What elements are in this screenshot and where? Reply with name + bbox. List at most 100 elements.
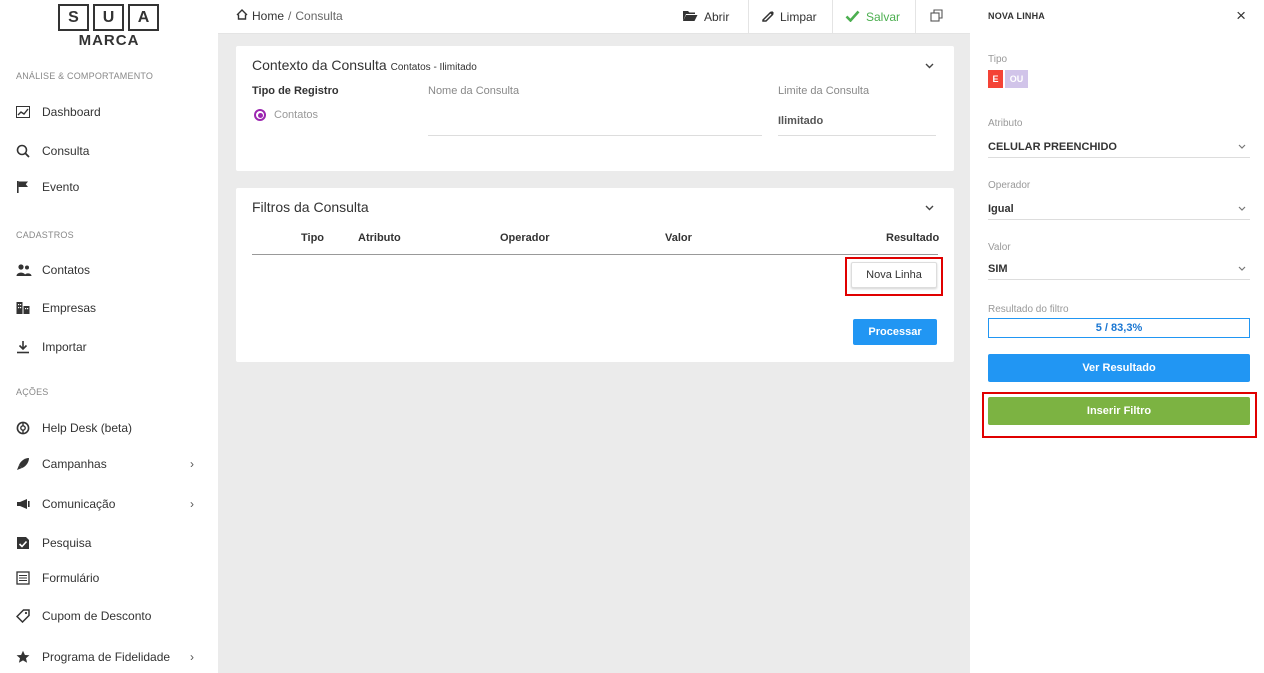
- open-button-label: Abrir: [704, 10, 730, 24]
- column-header-valor: Valor: [665, 232, 692, 244]
- query-limit-label: Limite da Consulta: [778, 85, 870, 97]
- chart-icon: [16, 106, 42, 118]
- sidebar-item-label: Contatos: [42, 263, 91, 277]
- contacts-icon: [16, 263, 42, 277]
- sidebar-item-cupom[interactable]: Cupom de Desconto: [16, 604, 206, 628]
- sidebar-item-campanhas[interactable]: Campanhas ›: [16, 452, 206, 476]
- duplicate-button[interactable]: [915, 0, 957, 34]
- attribute-select[interactable]: CELULAR PREENCHIDO: [988, 136, 1250, 158]
- view-result-button[interactable]: Ver Resultado: [988, 354, 1250, 382]
- sidebar-item-label: Dashboard: [42, 105, 101, 119]
- section-label-cadastros: CADASTROS: [16, 230, 74, 240]
- sidebar-item-dashboard[interactable]: Dashboard: [16, 100, 206, 124]
- type-toggle-e[interactable]: E: [988, 70, 1003, 88]
- breadcrumb-home[interactable]: Home: [252, 9, 284, 23]
- process-button[interactable]: Processar: [853, 319, 937, 345]
- sidebar-item-label: Cupom de Desconto: [42, 609, 152, 623]
- survey-icon: [16, 536, 42, 550]
- sidebar-item-evento[interactable]: Evento: [16, 175, 206, 199]
- duplicate-icon: [930, 9, 943, 25]
- attribute-value: CELULAR PREENCHIDO: [988, 140, 1117, 153]
- sidebar-item-importar[interactable]: Importar: [16, 335, 206, 359]
- column-header-atributo: Atributo: [358, 232, 401, 244]
- type-toggle-ou[interactable]: OU: [1005, 70, 1028, 88]
- download-icon: [16, 340, 42, 354]
- flag-icon: [16, 180, 42, 194]
- record-type-value: Contatos: [274, 109, 319, 121]
- save-button-label: Salvar: [866, 10, 901, 24]
- new-line-panel: NOVA LINHA × Tipo E OU Atributo CELULAR …: [970, 0, 1264, 673]
- operator-label: Operador: [988, 180, 1031, 191]
- rocket-icon: [16, 457, 42, 471]
- sidebar-item-label: Consulta: [42, 144, 90, 158]
- chevron-down-icon: [1238, 141, 1246, 152]
- top-toolbar: Home / Consulta Abrir Limpar Salvar: [218, 0, 970, 34]
- table-header-divider: [252, 254, 938, 255]
- sidebar-item-consulta[interactable]: Consulta: [16, 139, 206, 163]
- query-name-label: Nome da Consulta: [428, 85, 520, 97]
- building-icon: [16, 301, 42, 315]
- highlight-box-new-line: [845, 257, 943, 296]
- chevron-down-icon[interactable]: [925, 60, 934, 72]
- logo-letter: U: [93, 4, 124, 31]
- clear-button-label: Limpar: [780, 10, 817, 24]
- operator-select[interactable]: Igual: [988, 198, 1250, 220]
- sidebar-item-fidelidade[interactable]: Programa de Fidelidade ›: [16, 645, 206, 669]
- result-label: Resultado do filtro: [988, 304, 1069, 315]
- chevron-down-icon[interactable]: [925, 202, 934, 214]
- sidebar-item-contatos[interactable]: Contatos: [16, 258, 206, 282]
- breadcrumb: Home / Consulta: [236, 9, 343, 23]
- brand-logo[interactable]: S U A MARCA: [58, 4, 160, 49]
- sidebar-item-formulario[interactable]: Formulário: [16, 566, 206, 590]
- sidebar-item-help-desk[interactable]: Help Desk (beta): [16, 416, 206, 440]
- query-name-input[interactable]: [428, 106, 762, 136]
- record-type-label: Tipo de Registro: [252, 85, 339, 97]
- tag-icon: [16, 609, 42, 623]
- column-header-resultado: Resultado: [886, 232, 940, 244]
- check-icon: [845, 10, 860, 25]
- open-button[interactable]: Abrir: [670, 0, 741, 34]
- sidebar-item-comunicacao[interactable]: Comunicação ›: [16, 492, 206, 516]
- value-label: Valor: [988, 242, 1011, 253]
- filter-result-value: 5 / 83,3%: [988, 318, 1250, 338]
- value-value: SIM: [988, 262, 1008, 275]
- folder-icon: [682, 10, 698, 25]
- sidebar-item-empresas[interactable]: Empresas: [16, 296, 206, 320]
- section-label-acoes: AÇÕES: [16, 387, 49, 397]
- chevron-down-icon: [1238, 203, 1246, 214]
- sidebar-item-label: Help Desk (beta): [42, 421, 133, 435]
- query-limit-field[interactable]: Ilimitado: [778, 106, 936, 136]
- value-select[interactable]: SIM: [988, 258, 1250, 280]
- panel-title: NOVA LINHA: [988, 11, 1045, 21]
- breadcrumb-current: Consulta: [295, 9, 343, 23]
- query-limit-value: Ilimitado: [778, 115, 824, 127]
- chevron-right-icon: ›: [190, 457, 194, 471]
- star-icon: [16, 650, 42, 664]
- section-label-analise: ANÁLISE & COMPORTAMENTO: [16, 71, 154, 81]
- lifebuoy-icon: [16, 421, 42, 435]
- context-card: Contexto da Consulta Contatos - Ilimitado…: [236, 46, 954, 171]
- sidebar-item-label: Formulário: [42, 571, 100, 585]
- chevron-down-icon: [1238, 263, 1246, 274]
- attribute-label: Atributo: [988, 118, 1023, 129]
- sidebar-item-label: Importar: [42, 340, 87, 354]
- sidebar-item-label: Empresas: [42, 301, 97, 315]
- clear-button[interactable]: Limpar: [748, 0, 829, 34]
- radio-selected-dot: [257, 112, 263, 118]
- filters-card: Filtros da Consulta Tipo Atributo Operad…: [236, 188, 954, 362]
- logo-letter: A: [128, 4, 159, 31]
- home-icon[interactable]: [236, 9, 248, 23]
- record-type-radio[interactable]: [254, 109, 266, 121]
- logo-letter: S: [58, 4, 89, 31]
- close-icon[interactable]: ×: [1236, 6, 1246, 26]
- column-header-tipo: Tipo: [301, 232, 325, 244]
- breadcrumb-separator: /: [288, 9, 292, 23]
- context-title: Contexto da Consulta: [252, 57, 387, 73]
- sidebar-item-pesquisa[interactable]: Pesquisa: [16, 531, 206, 555]
- megaphone-icon: [16, 498, 42, 510]
- context-card-title: Contexto da Consulta Contatos - Ilimitado: [252, 57, 477, 73]
- sidebar-item-label: Campanhas: [42, 457, 107, 471]
- sidebar: S U A MARCA ANÁLISE & COMPORTAMENTO Dash…: [0, 0, 218, 673]
- sidebar-item-label: Pesquisa: [42, 536, 92, 550]
- save-button[interactable]: Salvar: [832, 0, 912, 34]
